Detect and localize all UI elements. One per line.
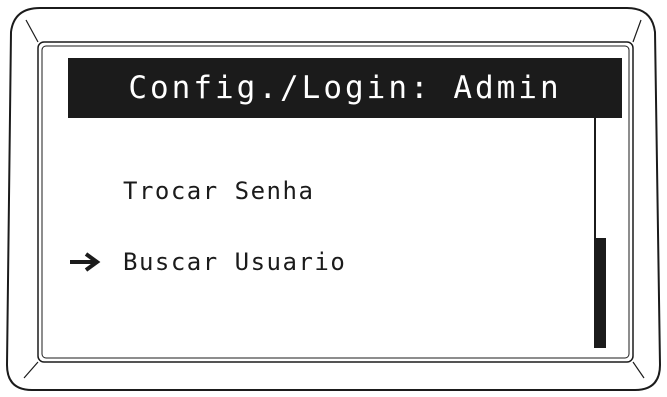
menu-item-buscar-usuario[interactable]: Buscar Usuario	[123, 245, 346, 279]
lcd-device: Config./Login: Admin Trocar Senha Buscar…	[0, 0, 667, 397]
menu-list: Trocar Senha Buscar Usuario	[41, 45, 591, 359]
corner-line-bl	[23, 361, 39, 379]
scrollbar-thumb[interactable]	[594, 238, 606, 348]
menu-item-label: Buscar Usuario	[123, 248, 347, 276]
menu-item-label: Trocar Senha	[123, 177, 315, 205]
lcd-screen: Config./Login: Admin Trocar Senha Buscar…	[41, 45, 630, 359]
menu-item-trocar-senha[interactable]: Trocar Senha	[123, 174, 314, 208]
corner-line-tl	[25, 19, 39, 43]
corner-line-tr	[632, 19, 642, 43]
right-arrow-glyph	[70, 252, 101, 272]
scrollbar[interactable]	[594, 118, 608, 348]
corner-line-br	[632, 361, 645, 379]
right-arrow-icon	[66, 245, 106, 279]
